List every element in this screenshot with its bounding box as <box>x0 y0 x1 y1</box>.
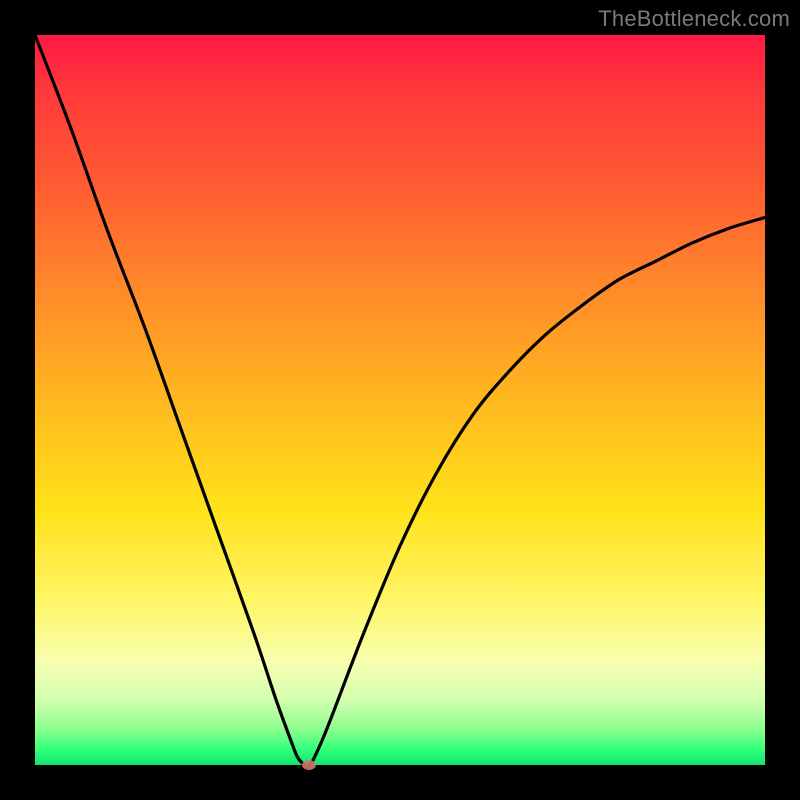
chart-frame: TheBottleneck.com <box>0 0 800 800</box>
plot-area <box>35 35 765 765</box>
bottleneck-curve <box>35 35 765 765</box>
curve-svg <box>35 35 765 765</box>
watermark-text: TheBottleneck.com <box>598 6 790 32</box>
min-point-marker <box>302 760 316 770</box>
